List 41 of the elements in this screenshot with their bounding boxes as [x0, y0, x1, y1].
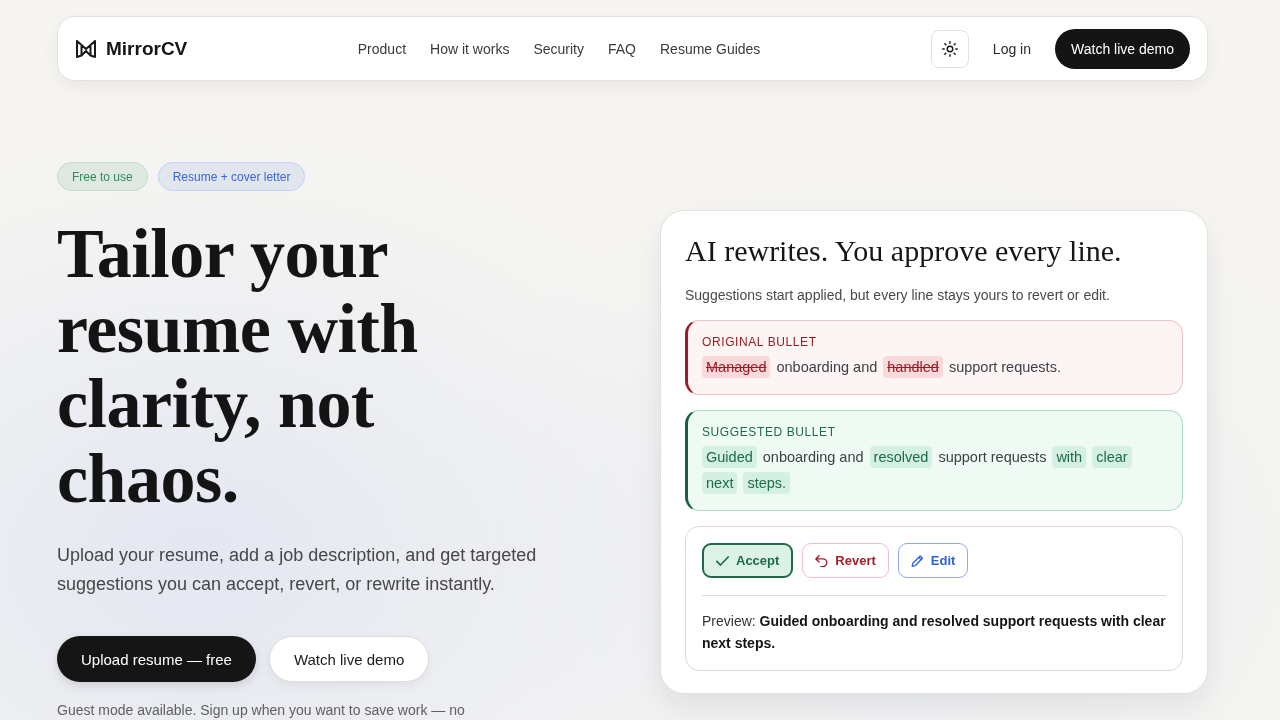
- highlighted-word: next: [702, 472, 738, 494]
- bullet-text: onboarding and: [762, 448, 864, 467]
- hero-description: Upload your resume, add a job description, and get targeted suggestions you can accept, revert, or rewrite instantly.: [57, 544, 538, 596]
- hero-headline: Tailor your resume with clarity, not chaos.: [57, 216, 419, 516]
- nav-link[interactable]: Resume Guides: [660, 40, 761, 57]
- logo-icon: [76, 39, 96, 58]
- nav-link[interactable]: How it works: [430, 40, 510, 57]
- theme-toggle-button[interactable]: [930, 29, 969, 68]
- edit-button[interactable]: Edit: [897, 543, 969, 578]
- highlighted-word: Guided: [702, 446, 757, 468]
- watch-demo-button[interactable]: Watch live demo: [268, 636, 430, 682]
- card-subtitle: Suggestions start applied, but every line stays yours to revert or edit.: [685, 286, 1111, 305]
- bullet-text: support requests.: [948, 358, 1061, 377]
- logo-link[interactable]: MirrorCV: [76, 37, 188, 60]
- accept-button[interactable]: Accept: [702, 543, 794, 578]
- upload-resume-button[interactable]: Upload resume — free: [57, 636, 256, 682]
- feature-badge: Free to use: [57, 162, 148, 191]
- check-icon: [716, 554, 729, 567]
- feature-badge: Resume + cover letter: [157, 162, 306, 191]
- nav-link[interactable]: FAQ: [607, 40, 636, 57]
- highlighted-word: resolved: [869, 446, 933, 468]
- guest-mode-note: Guest mode available. Sign up when you want to save work — no: [57, 701, 466, 720]
- struck-word: handled: [883, 356, 943, 378]
- highlighted-word: clear: [1092, 446, 1132, 468]
- nav-link[interactable]: Product: [357, 40, 407, 57]
- bullet-text: onboarding and: [776, 358, 878, 377]
- watch-demo-button[interactable]: Watch live demo: [1055, 28, 1190, 69]
- card-title: AI rewrites. You approve every line.: [685, 233, 1123, 269]
- highlighted-word: with: [1052, 446, 1087, 468]
- bullet-label: ORIGINAL BULLET: [702, 334, 818, 350]
- revert-button[interactable]: Revert: [802, 543, 889, 578]
- struck-word: Managed: [702, 356, 771, 378]
- nav-link[interactable]: Security: [533, 40, 584, 57]
- highlighted-word: steps.: [743, 472, 791, 494]
- bullet-label: SUGGESTED BULLET: [702, 424, 837, 440]
- undo-arrow-icon: [815, 554, 829, 567]
- pencil-icon: [910, 554, 924, 567]
- sun-icon: [941, 40, 958, 57]
- bullet-text: support requests: [938, 448, 1047, 467]
- login-link[interactable]: Log in: [992, 40, 1031, 57]
- preview-text: Preview: Guided onboarding and resolved support requests with clear next steps.: [702, 612, 1166, 653]
